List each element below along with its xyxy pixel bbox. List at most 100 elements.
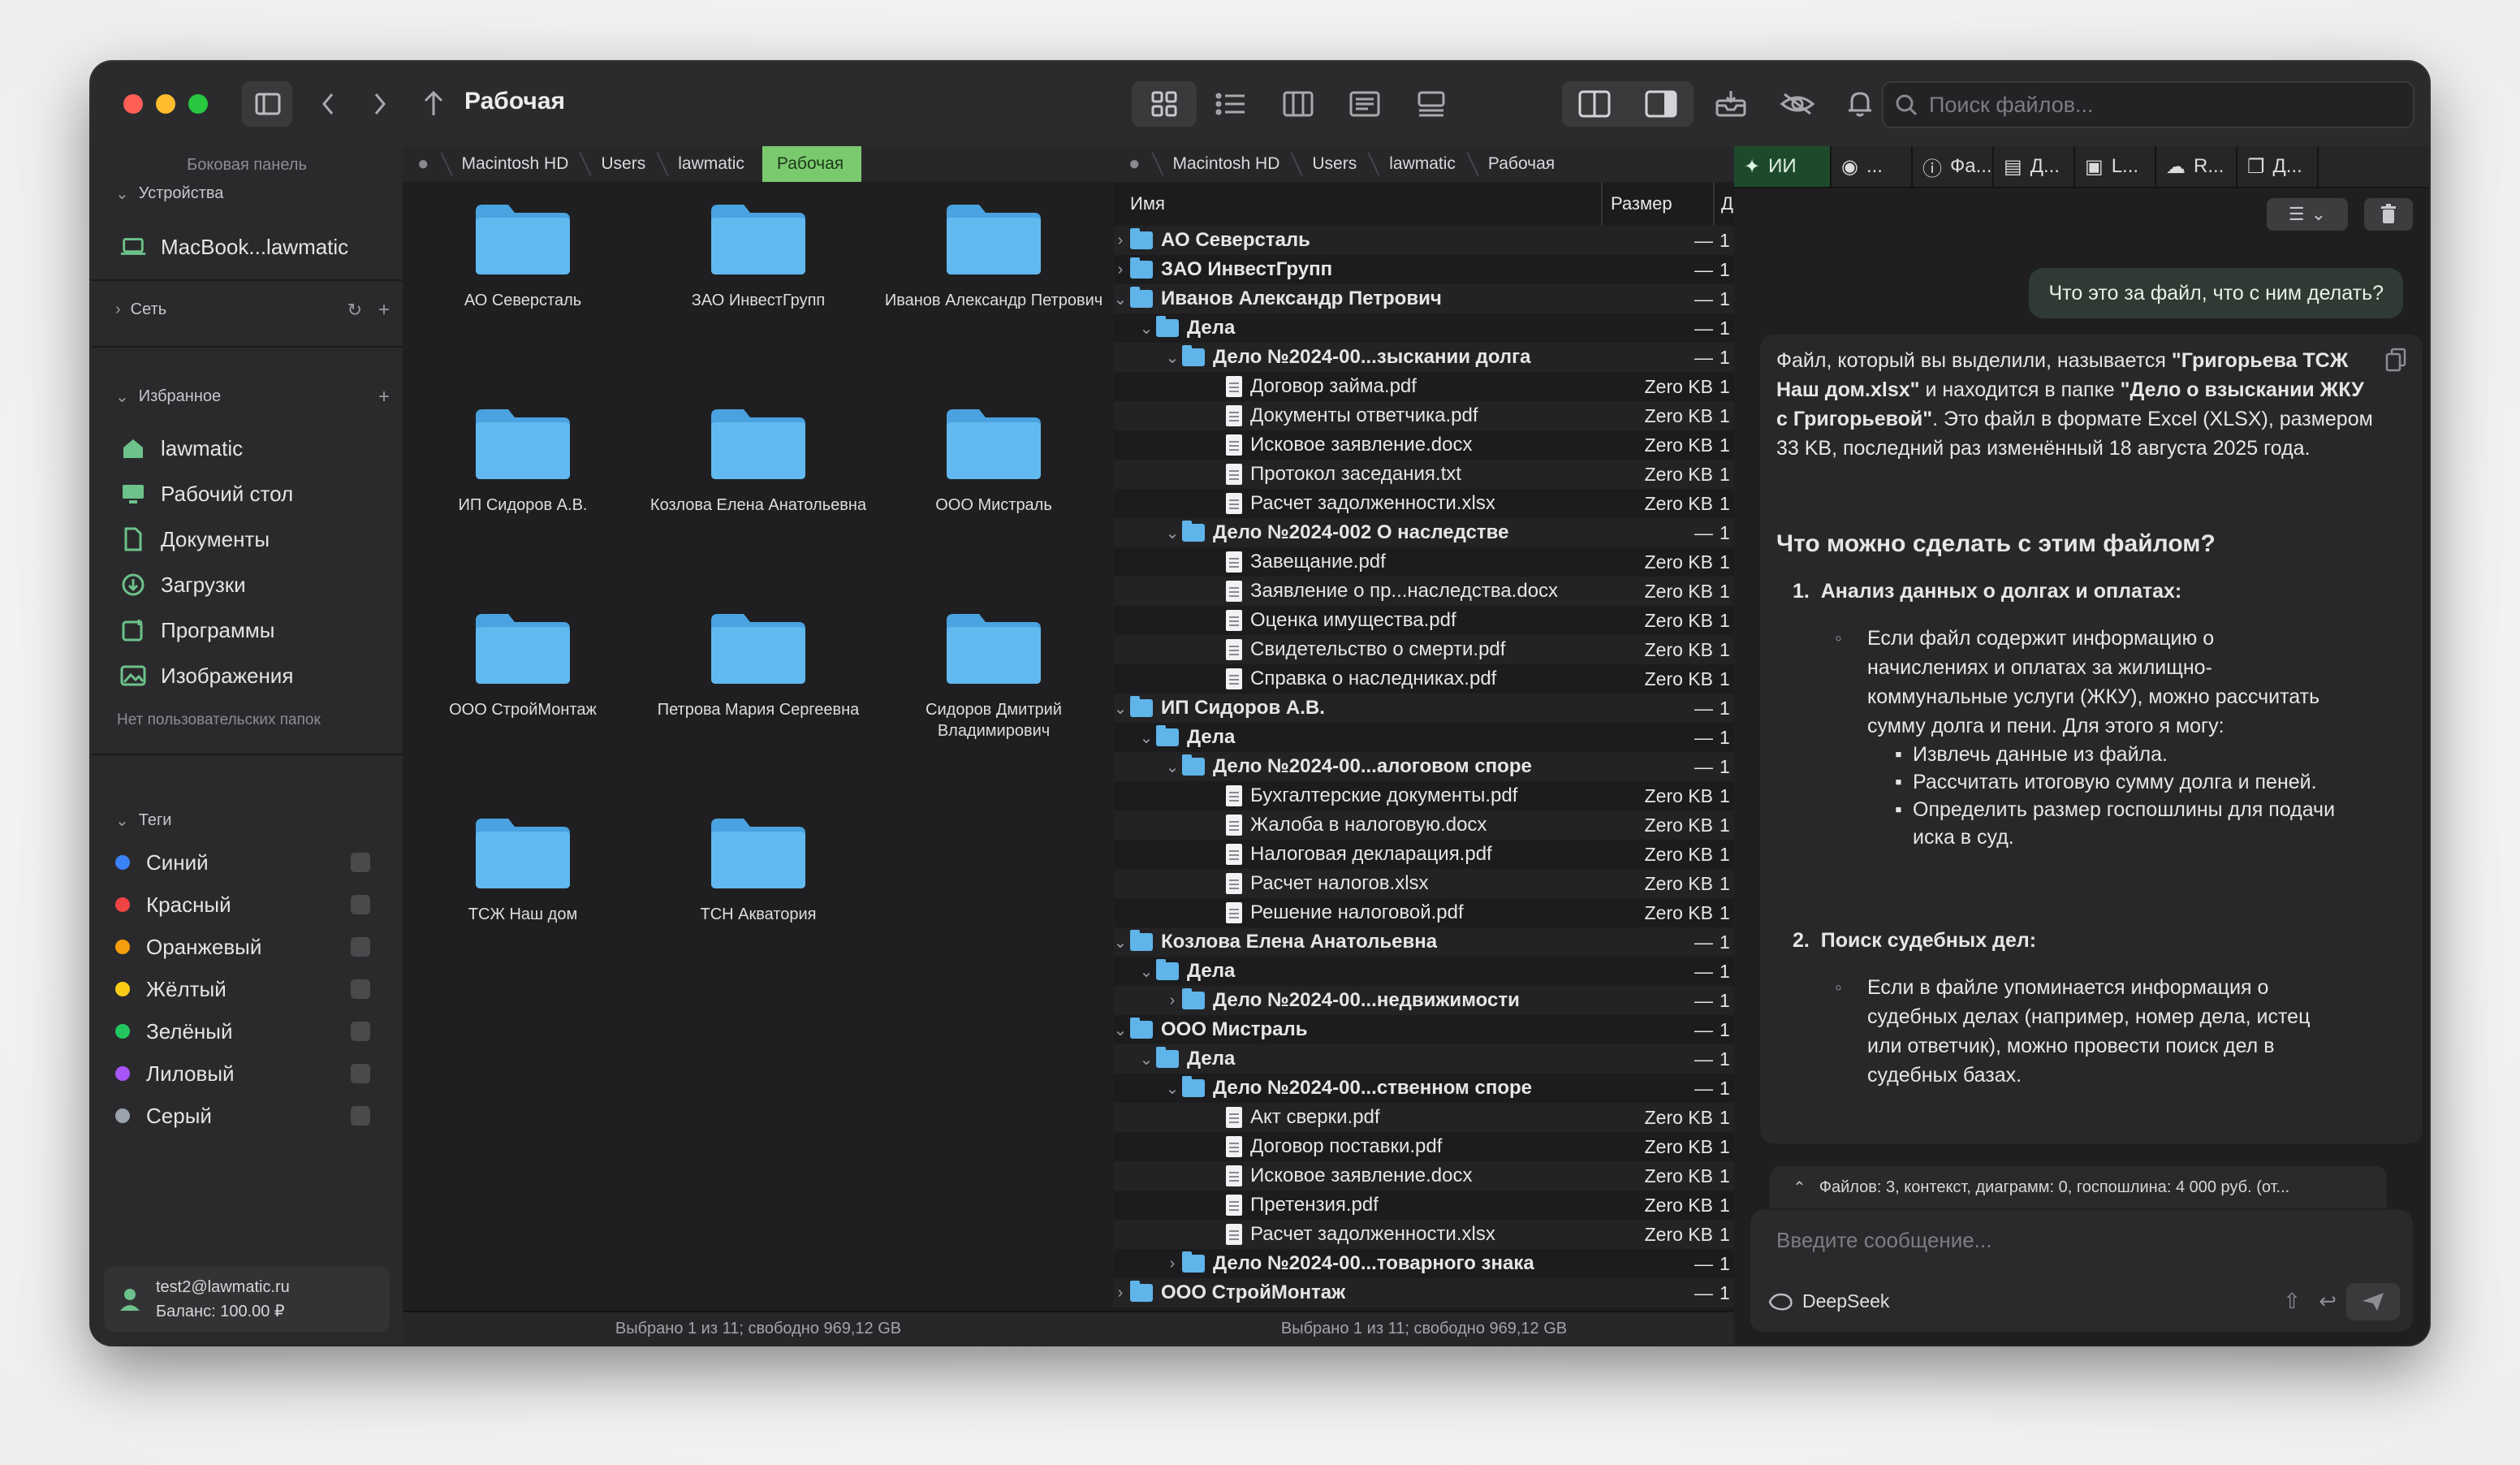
file-row[interactable]: Документы ответчика.pdf Zero KB 1 xyxy=(1114,401,1734,430)
folder-row[interactable]: › Дело №2024-00...недвижимости — 1 xyxy=(1114,986,1734,1015)
file-row[interactable]: Бухгалтерские документы.pdf Zero KB 1 xyxy=(1114,781,1734,810)
column-view-button[interactable] xyxy=(1273,83,1323,125)
send-button[interactable] xyxy=(2346,1283,2400,1320)
close-window-button[interactable] xyxy=(123,94,143,114)
devices-section-header[interactable]: ⌄ Устройства xyxy=(115,184,223,204)
column-header-name[interactable]: Имя xyxy=(1130,193,1165,214)
disclosure-collapsed-icon[interactable]: › xyxy=(1114,231,1128,250)
tag-checkbox[interactable] xyxy=(351,853,370,872)
folder-row[interactable]: › ЗАО ИнвестГрупп — 1 xyxy=(1114,255,1734,284)
folder-row[interactable]: ⌄ Дело №2024-00...зыскании долга — 1 xyxy=(1114,343,1734,372)
folder-item[interactable]: ИП Сидоров А.В. xyxy=(409,401,636,516)
zoom-window-button[interactable] xyxy=(188,94,208,114)
folder-item[interactable]: ООО Мистраль xyxy=(880,401,1107,516)
sidebar-item-downloads[interactable]: Загрузки xyxy=(120,564,378,606)
icon-view-button[interactable] xyxy=(1132,81,1197,127)
folder-item[interactable]: Козлова Елена Анатольевна xyxy=(645,401,872,516)
list-view-button[interactable] xyxy=(1206,83,1257,125)
tag-gray[interactable]: Серый xyxy=(115,1096,370,1135)
disclosure-expanded-icon[interactable]: ⌄ xyxy=(1164,523,1180,543)
ai-tab[interactable]: ❐ Д... xyxy=(2237,146,2319,187)
disclosure-expanded-icon[interactable]: ⌄ xyxy=(1164,348,1180,368)
folder-row[interactable]: ⌄ Козлова Елена Анатольевна — 1 xyxy=(1114,927,1734,957)
file-row[interactable]: Справка о наследниках.pdf Zero KB 1 xyxy=(1114,664,1734,694)
breadcrumb-item[interactable]: Macintosh HD xyxy=(447,146,587,182)
column-divider[interactable] xyxy=(1601,182,1603,226)
breadcrumb-root[interactable]: ● xyxy=(403,146,447,182)
sidebar-item-applications[interactable]: Программы xyxy=(120,609,378,651)
folder-row[interactable]: › АО Северсталь — 1 xyxy=(1114,226,1734,255)
folder-item[interactable]: ТСЖ Наш дом xyxy=(409,810,636,925)
file-row[interactable]: Расчет задолженности.xlsx Zero KB 1 xyxy=(1114,489,1734,518)
file-row[interactable]: Заявление о пр...наследства.docx Zero KB 1 xyxy=(1114,577,1734,606)
sidebar-item-device[interactable]: MacBook...lawmatic xyxy=(120,226,378,268)
folder-row[interactable]: ⌄ Дело №2024-002 О наследстве — 1 xyxy=(1114,518,1734,547)
folder-row[interactable]: ⌄ Дело №2024-00...ственном споре — 1 xyxy=(1114,1074,1734,1103)
breadcrumb-item[interactable]: lawmatic xyxy=(663,146,762,182)
folder-item[interactable]: Иванов Александр Петрович xyxy=(880,197,1107,311)
tag-green[interactable]: Зелёный xyxy=(115,1012,370,1051)
disclosure-collapsed-icon[interactable]: › xyxy=(1164,992,1180,1010)
breadcrumb-current[interactable]: Рабочая xyxy=(762,146,862,182)
ai-tab[interactable]: ☁ R... xyxy=(2156,146,2237,187)
up-button[interactable] xyxy=(416,83,451,125)
file-row[interactable]: Расчет задолженности.xlsx Zero KB 1 xyxy=(1114,1220,1734,1249)
folder-row[interactable]: ⌄ ИП Сидоров А.В. — 1 xyxy=(1114,694,1734,723)
tag-purple[interactable]: Лиловый xyxy=(115,1054,370,1093)
file-row[interactable]: Акт сверки.pdf Zero KB 1 xyxy=(1114,1103,1734,1132)
sidebar-item-home[interactable]: lawmatic xyxy=(120,427,378,469)
disclosure-expanded-icon[interactable]: ⌄ xyxy=(1164,757,1180,777)
folder-row[interactable]: › Дело №2024-00...товарного знака — 1 xyxy=(1114,1249,1734,1278)
tag-blue[interactable]: Синий xyxy=(115,843,370,882)
folder-row[interactable]: › ООО СтройМонтаж — 1 xyxy=(1114,1278,1734,1307)
folder-item[interactable]: Петрова Мария Сергеевна xyxy=(645,606,872,720)
folder-row[interactable]: ⌄ Дело №2024-00...алоговом споре — 1 xyxy=(1114,752,1734,781)
breadcrumb-root[interactable]: ● xyxy=(1114,146,1159,182)
file-row[interactable]: Исковое заявление.docx Zero KB 1 xyxy=(1114,430,1734,460)
folder-item[interactable]: Сидоров Дмитрий Владимирович xyxy=(880,606,1107,741)
disclosure-collapsed-icon[interactable]: › xyxy=(1164,1255,1180,1273)
sidebar-item-pictures[interactable]: Изображения xyxy=(120,655,378,697)
ai-tab[interactable]: ✦ ИИ xyxy=(1734,146,1832,187)
file-row[interactable]: Договор займа.pdf Zero KB 1 xyxy=(1114,372,1734,401)
disclosure-expanded-icon[interactable]: ⌄ xyxy=(1114,289,1128,309)
inbox-button[interactable] xyxy=(1708,83,1754,125)
file-row[interactable]: Налоговая декларация.pdf Zero KB 1 xyxy=(1114,840,1734,869)
breadcrumb-item[interactable]: Macintosh HD xyxy=(1159,146,1298,182)
folder-item[interactable]: ТСН Акватория xyxy=(645,810,872,925)
context-summary-bar[interactable]: ⌃ Файлов: 3, контекст, диаграмм: 0, госп… xyxy=(1770,1166,2387,1208)
back-button[interactable] xyxy=(310,83,346,125)
disclosure-expanded-icon[interactable]: ⌄ xyxy=(1164,1078,1180,1099)
breadcrumb-item[interactable]: Users xyxy=(1297,146,1374,182)
disclosure-expanded-icon[interactable]: ⌄ xyxy=(1138,728,1154,748)
column-divider[interactable] xyxy=(1713,182,1715,226)
tag-checkbox[interactable] xyxy=(351,895,370,914)
tag-checkbox[interactable] xyxy=(351,1106,370,1126)
folder-row[interactable]: ⌄ Дела — 1 xyxy=(1114,723,1734,752)
file-row[interactable]: Жалоба в налоговую.docx Zero KB 1 xyxy=(1114,810,1734,840)
disclosure-collapsed-icon[interactable]: › xyxy=(1114,1284,1128,1303)
tag-checkbox[interactable] xyxy=(351,1064,370,1083)
file-row[interactable]: Претензия.pdf Zero KB 1 xyxy=(1114,1191,1734,1220)
minimize-window-button[interactable] xyxy=(156,94,175,114)
file-row[interactable]: Протокол заседания.txt Zero KB 1 xyxy=(1114,460,1734,489)
tag-orange[interactable]: Оранжевый xyxy=(115,927,370,966)
search-field[interactable]: Поиск файлов... xyxy=(1882,81,2414,128)
folder-item[interactable]: ООО СтройМонтаж xyxy=(409,606,636,720)
tag-checkbox[interactable] xyxy=(351,1022,370,1041)
sidebar-item-desktop[interactable]: Рабочий стол xyxy=(120,473,378,515)
disclosure-expanded-icon[interactable]: ⌄ xyxy=(1138,1049,1154,1070)
disclosure-expanded-icon[interactable]: ⌄ xyxy=(1138,962,1154,982)
tag-yellow[interactable]: Жёлтый xyxy=(115,970,370,1009)
folder-row[interactable]: ⌄ Дела — 1 xyxy=(1114,313,1734,343)
preview-view-button[interactable] xyxy=(1340,83,1390,125)
notifications-button[interactable] xyxy=(1840,83,1880,125)
disclosure-expanded-icon[interactable]: ⌄ xyxy=(1114,932,1128,953)
refresh-icon[interactable]: ↻ xyxy=(347,300,362,321)
network-section-header[interactable]: › Сеть ↻ + xyxy=(115,299,391,321)
breadcrumb-item[interactable]: Users xyxy=(586,146,663,182)
dual-pane-button[interactable] xyxy=(1562,81,1627,127)
file-row[interactable]: Исковое заявление.docx Zero KB 1 xyxy=(1114,1161,1734,1191)
user-account-box[interactable]: test2@lawmatic.ru Баланс: 100.00 ₽ xyxy=(104,1267,390,1332)
clear-chat-button[interactable] xyxy=(2364,198,2413,231)
